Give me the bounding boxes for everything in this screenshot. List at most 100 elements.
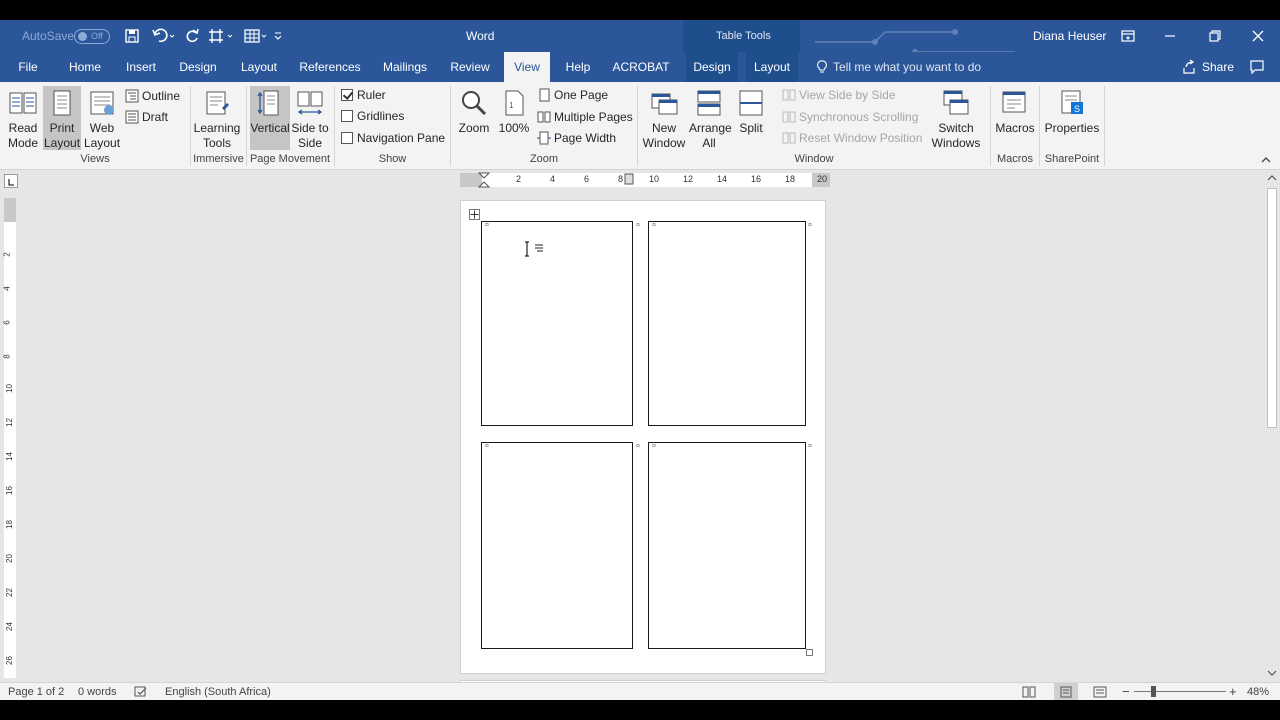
user-name[interactable]: Diana Heuser — [1033, 20, 1106, 52]
autosave-toggle[interactable]: Off — [74, 29, 110, 44]
tab-layout[interactable]: Layout — [235, 52, 283, 82]
table-cell[interactable] — [648, 442, 806, 649]
scroll-up-icon[interactable] — [1267, 173, 1277, 183]
share-icon — [1183, 59, 1195, 74]
comments-icon[interactable] — [1249, 59, 1265, 75]
close-icon[interactable] — [1248, 26, 1268, 46]
zoom-slider[interactable] — [1134, 691, 1226, 692]
vertical-scrollbar[interactable] — [1264, 170, 1280, 682]
vertical-button[interactable]: Vertical — [250, 86, 290, 150]
zoom-100-button[interactable]: 1 100% — [495, 86, 533, 150]
table-resize-handle-icon[interactable] — [806, 649, 813, 656]
read-mode-view-icon[interactable] — [1022, 686, 1036, 698]
ribbon-display-options-icon[interactable] — [1118, 26, 1138, 46]
multiple-pages-button[interactable]: Multiple Pages — [537, 107, 633, 127]
proofing-icon[interactable] — [134, 686, 148, 698]
table-move-handle-icon[interactable] — [469, 209, 480, 220]
ruler-number: 12 — [683, 174, 694, 184]
language-indicator[interactable]: English (South Africa) — [165, 683, 271, 701]
navigation-pane-checkbox[interactable] — [341, 132, 353, 144]
tab-view[interactable]: View — [504, 52, 550, 82]
page-width-button[interactable]: Page Width — [537, 128, 629, 148]
switch-windows-label: Switch Windows — [931, 121, 981, 150]
zoom-100-label: 100% — [498, 121, 530, 135]
table-grid-icon[interactable] — [242, 26, 267, 46]
table-cell[interactable] — [648, 221, 806, 426]
macros-button[interactable]: Macros — [995, 86, 1035, 150]
print-layout-view-button[interactable] — [1054, 683, 1078, 701]
tab-stop-selector[interactable] — [4, 174, 18, 188]
one-page-button[interactable]: One Page — [537, 85, 629, 105]
status-bar: Page 1 of 2 0 words English (South Afric… — [0, 682, 1280, 701]
switch-windows-icon — [943, 90, 969, 115]
learning-tools-button[interactable]: Learning Tools — [193, 86, 241, 150]
ruler-number: 4 — [2, 286, 12, 291]
properties-button[interactable]: S Properties — [1043, 86, 1101, 150]
document-workspace[interactable]: 2 4 6 8 10 12 14 16 18 20 2 4 6 8 10 12 … — [0, 170, 1280, 686]
ruler-number: 16 — [751, 174, 762, 184]
tab-acrobat[interactable]: ACROBAT — [608, 52, 674, 82]
tab-home[interactable]: Home — [62, 52, 108, 82]
undo-icon[interactable] — [150, 26, 175, 46]
outline-button[interactable]: Outline — [125, 86, 187, 106]
reset-window-position-button[interactable]: Reset Window Position — [782, 128, 922, 148]
save-icon[interactable] — [122, 26, 142, 46]
table-cell[interactable] — [481, 221, 633, 426]
indent-marker-icon[interactable] — [478, 172, 490, 190]
word-count[interactable]: 0 words — [78, 683, 117, 701]
switch-windows-button[interactable]: Switch Windows — [926, 86, 986, 150]
multiple-pages-icon — [537, 111, 551, 123]
ruler-checkbox[interactable] — [341, 89, 353, 101]
horizontal-ruler[interactable]: 2 4 6 8 10 12 14 16 18 20 — [460, 172, 830, 190]
print-layout-button[interactable]: Print Layout — [43, 86, 81, 150]
synchronous-scrolling-button[interactable]: Synchronous Scrolling — [782, 107, 918, 127]
web-layout-button[interactable]: Web Layout — [83, 86, 121, 150]
read-mode-button[interactable]: Read Mode — [3, 86, 43, 150]
tab-insert[interactable]: Insert — [119, 52, 163, 82]
table-cell[interactable] — [481, 442, 633, 649]
side-to-side-button[interactable]: Side to Side — [290, 86, 330, 150]
macros-icon — [1002, 91, 1026, 113]
tab-table-design[interactable]: Design — [686, 52, 738, 82]
new-window-button[interactable]: New Window — [642, 86, 686, 150]
view-side-by-side-button[interactable]: View Side by Side — [782, 85, 912, 105]
zoom-in-icon[interactable]: + — [1229, 683, 1237, 701]
customize-qat-icon[interactable] — [270, 26, 290, 46]
end-of-cell-mark-icon: ¤ — [485, 222, 489, 229]
web-layout-view-icon[interactable] — [1093, 686, 1107, 698]
tab-review[interactable]: Review — [445, 52, 495, 82]
restore-icon[interactable] — [1205, 26, 1225, 46]
ruler-number: 18 — [785, 174, 796, 184]
zoom-slider-thumb[interactable] — [1151, 686, 1156, 697]
column-marker-icon[interactable] — [623, 172, 635, 186]
collapse-ribbon-icon[interactable] — [1260, 154, 1272, 166]
zoom-button[interactable]: Zoom — [455, 86, 493, 150]
scroll-down-icon[interactable] — [1267, 668, 1277, 678]
split-button[interactable]: Split — [733, 86, 769, 150]
autosave-state: Off — [91, 31, 103, 41]
print-layout-view-icon — [1060, 686, 1072, 698]
zoom-out-icon[interactable]: − — [1122, 683, 1130, 701]
tab-mailings[interactable]: Mailings — [376, 52, 434, 82]
read-mode-icon — [9, 92, 37, 114]
draft-button[interactable]: Draft — [125, 107, 187, 127]
document-page[interactable]: ¤ ¤ ¤ ¤ ¤ ¤ ¤ ¤ — [460, 200, 826, 674]
scrollbar-thumb[interactable] — [1267, 188, 1277, 428]
ruler-number: 20 — [4, 554, 14, 563]
ruler-number: 12 — [4, 418, 14, 427]
tab-design[interactable]: Design — [173, 52, 223, 82]
table-insert-icon[interactable] — [206, 26, 233, 46]
arrange-all-button[interactable]: Arrange All — [687, 86, 732, 150]
redo-icon[interactable] — [182, 26, 202, 46]
page-count[interactable]: Page 1 of 2 — [8, 683, 64, 701]
tab-help[interactable]: Help — [558, 52, 598, 82]
minimize-icon[interactable] — [1160, 26, 1180, 46]
gridlines-checkbox[interactable] — [341, 110, 353, 122]
split-icon — [739, 90, 763, 116]
outline-icon — [125, 89, 139, 103]
zoom-level[interactable]: 48% — [1247, 683, 1269, 701]
vertical-ruler[interactable]: 2 4 6 8 10 12 14 16 18 20 22 24 26 — [2, 198, 16, 678]
tab-references[interactable]: References — [294, 52, 366, 82]
tab-file[interactable]: File — [8, 52, 48, 82]
tab-table-layout[interactable]: Layout — [746, 52, 798, 82]
